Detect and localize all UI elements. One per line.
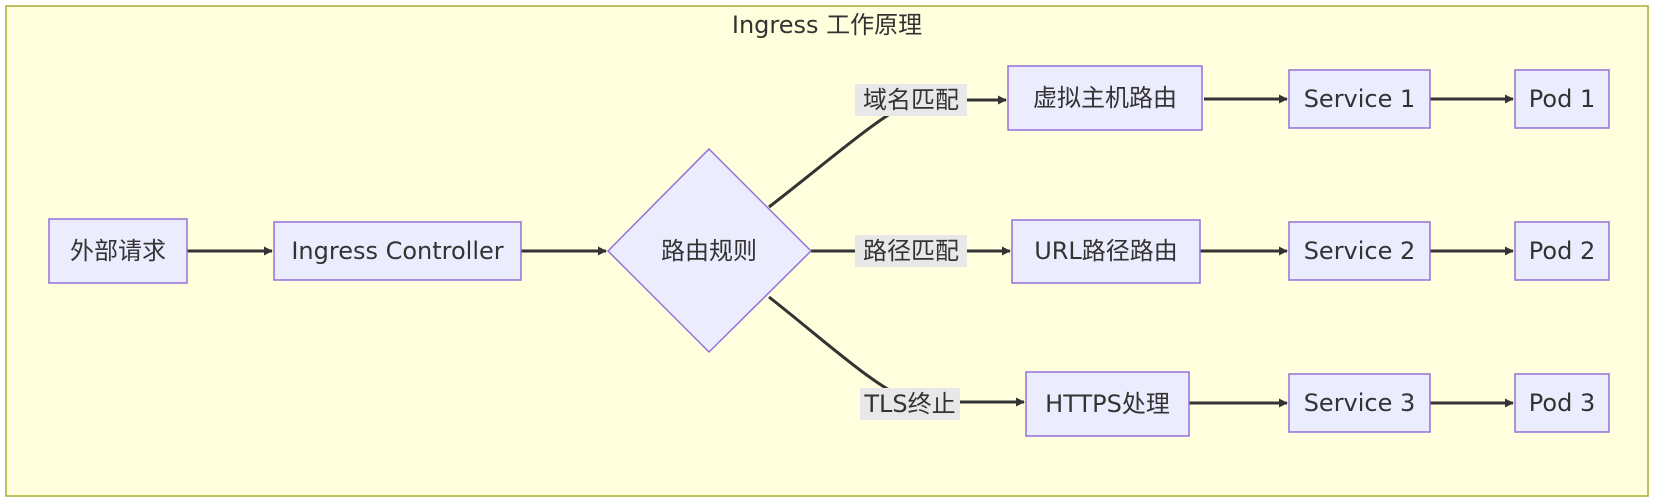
svg-text:路径匹配: 路径匹配 — [863, 237, 959, 265]
node-url-path-routing: URL路径路由 — [1011, 219, 1201, 284]
node-ingress-controller: Ingress Controller — [273, 221, 522, 281]
node-vhost-routing: 虚拟主机路由 — [1007, 65, 1203, 131]
svg-text:Service 2: Service 2 — [1304, 237, 1416, 265]
svg-text:Pod 3: Pod 3 — [1529, 389, 1595, 417]
svg-text:TLS终止: TLS终止 — [863, 390, 955, 418]
svg-text:Pod 1: Pod 1 — [1529, 85, 1595, 113]
ingress-diagram: Ingress 工作原理 域名匹配 路径匹配 TLS终止 外部请求 Ingres… — [5, 5, 1649, 497]
edge-label-tls: TLS终止 — [860, 388, 960, 420]
node-pod-3: Pod 3 — [1514, 373, 1610, 433]
svg-text:域名匹配: 域名匹配 — [863, 86, 959, 114]
svg-text:虚拟主机路由: 虚拟主机路由 — [1033, 84, 1177, 112]
svg-text:HTTPS处理: HTTPS处理 — [1045, 390, 1170, 418]
node-https-processing: HTTPS处理 — [1025, 371, 1190, 437]
svg-text:路由规则: 路由规则 — [661, 237, 757, 265]
svg-text:Ingress Controller: Ingress Controller — [291, 237, 503, 265]
node-service-2: Service 2 — [1288, 221, 1431, 281]
svg-text:Service 3: Service 3 — [1304, 389, 1416, 417]
svg-text:URL路径路由: URL路径路由 — [1034, 237, 1178, 265]
svg-text:外部请求: 外部请求 — [70, 237, 166, 265]
edge-label-path: 路径匹配 — [855, 235, 967, 267]
cluster-title: Ingress 工作原理 — [732, 11, 922, 39]
node-service-3: Service 3 — [1288, 373, 1431, 433]
edge-label-domain: 域名匹配 — [855, 84, 967, 116]
node-client: 外部请求 — [48, 218, 188, 284]
node-pod-2: Pod 2 — [1514, 221, 1610, 281]
svg-text:Service 1: Service 1 — [1304, 85, 1416, 113]
svg-text:Pod 2: Pod 2 — [1529, 237, 1595, 265]
node-service-1: Service 1 — [1288, 69, 1431, 129]
node-pod-1: Pod 1 — [1514, 69, 1610, 129]
